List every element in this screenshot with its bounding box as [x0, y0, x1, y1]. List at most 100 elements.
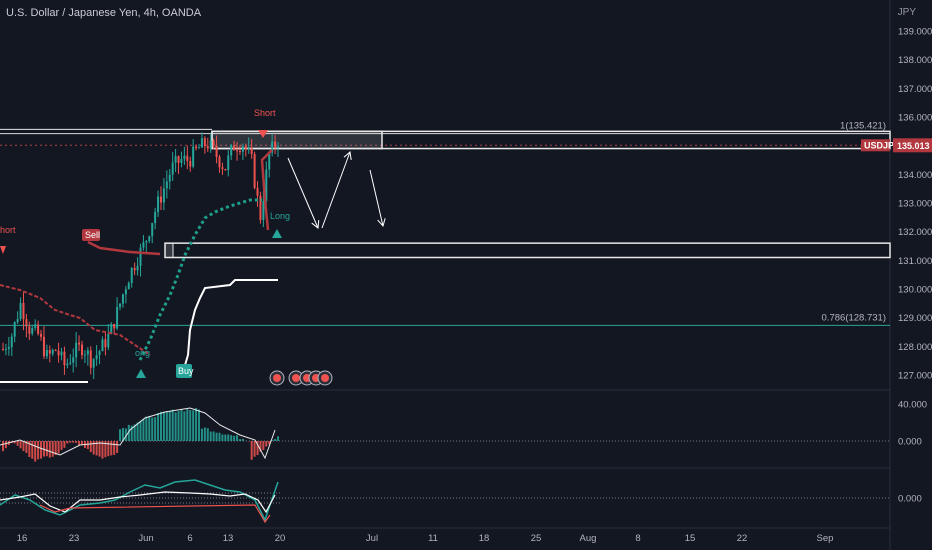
chart-root[interactable]: U.S. Dollar / Japanese Yen, 4h, OANDA JP…: [0, 0, 932, 550]
candle-body: [236, 150, 239, 152]
osc1-bar: [236, 435, 239, 441]
candle-body: [168, 174, 171, 182]
osc1-bar: [116, 441, 119, 453]
price-tick-label: 129.000: [898, 313, 932, 324]
osc1-bar: [165, 411, 168, 441]
candle-body: [180, 159, 183, 163]
short-signal-label-left: hort: [0, 225, 16, 235]
candle-body: [136, 265, 139, 271]
candle-body: [22, 302, 25, 320]
osc1-histogram: [2, 408, 279, 462]
osc1-bar: [34, 441, 37, 462]
candle-body: [148, 236, 151, 242]
candle-body: [206, 146, 209, 149]
osc1-bar: [69, 441, 72, 443]
white-line-right: [182, 279, 278, 373]
time-axis-label: Jun: [138, 533, 153, 544]
candle-body: [107, 333, 110, 348]
candle-body: [4, 348, 7, 350]
time-axis-label: 6: [187, 533, 192, 544]
bearish-trail-upper: [87, 240, 161, 256]
osc1-bar: [189, 410, 192, 441]
candle-body: [124, 289, 127, 295]
candle-body: [121, 294, 124, 304]
economic-event-dot: [321, 374, 329, 382]
sell-signal-label: Sell: [85, 230, 100, 240]
osc1-bar: [45, 441, 48, 457]
osc1-bar: [224, 434, 227, 441]
osc1-bar: [75, 441, 78, 443]
candle-body: [45, 350, 48, 357]
projection-arrow: [287, 157, 319, 229]
candle-body: [256, 187, 259, 196]
time-axis-label: 23: [69, 533, 80, 544]
time-axis-label: 22: [737, 533, 748, 544]
time-axis-label: 16: [17, 533, 28, 544]
price-tick-label: 138.000: [898, 55, 932, 66]
osc1-bar: [139, 420, 142, 441]
candle-body: [86, 350, 89, 355]
osc1-bar: [60, 441, 63, 451]
osc1-bar: [48, 441, 51, 458]
osc2-line-down: [39, 504, 271, 524]
candle-body: [95, 355, 98, 360]
time-axis-label: 20: [275, 533, 286, 544]
candle-body: [183, 155, 186, 160]
time-axis-label: 11: [428, 533, 438, 544]
candle-body: [159, 196, 162, 203]
price-tick-label: 127.000: [898, 371, 932, 382]
candle-body: [63, 351, 66, 366]
candle-body: [238, 150, 241, 152]
candle-body: [101, 339, 104, 352]
candle-body: [250, 148, 253, 155]
candle-body: [244, 146, 247, 150]
fib-level-1-label: 1(135.421): [840, 121, 886, 132]
price-tick-label: 130.000: [898, 285, 932, 296]
osc1-bar: [113, 441, 116, 455]
osc1-bar: [2, 441, 4, 452]
candle-body: [192, 146, 195, 167]
support-zone: [164, 242, 891, 259]
candle-body: [57, 350, 60, 356]
osc1-bar: [180, 409, 183, 441]
osc1-bar: [86, 441, 89, 450]
osc1-bar: [195, 408, 198, 441]
candle-body: [13, 322, 16, 337]
time-axis-label: Jul: [366, 533, 378, 544]
candle-body: [262, 201, 265, 220]
price-tick-label: 128.000: [898, 342, 932, 353]
osc1-bar: [66, 441, 69, 444]
candle-body: [83, 354, 86, 356]
candle-body: [177, 156, 180, 163]
candle-body: [233, 145, 236, 151]
osc1-bar: [154, 417, 157, 441]
osc1-bar: [19, 441, 22, 449]
candle-body: [253, 154, 256, 188]
time-axis-label: 13: [223, 533, 234, 544]
osc1-bar: [206, 428, 209, 441]
candle-body: [145, 241, 148, 243]
candle-body: [48, 350, 51, 354]
time-axis-label: 25: [531, 533, 542, 544]
candle-body: [151, 223, 154, 237]
candle-body: [104, 339, 107, 348]
candle-body: [116, 306, 119, 329]
osc1-bar: [250, 441, 253, 460]
last-price-value: 135.013: [897, 141, 930, 151]
candle-body: [60, 351, 63, 356]
osc1-bar: [238, 439, 241, 441]
candle-body: [171, 162, 174, 175]
candle-body: [224, 169, 227, 171]
osc1-bar: [37, 441, 40, 460]
candle-body: [119, 303, 122, 307]
candle-body: [127, 283, 130, 290]
candle-body: [54, 349, 57, 351]
candle-body: [215, 145, 218, 157]
osc1-bar: [198, 409, 201, 441]
chart-title: U.S. Dollar / Japanese Yen, 4h, OANDA: [6, 7, 202, 19]
candle-body: [51, 349, 54, 354]
chart-canvas[interactable]: 139.000138.000137.000136.000135.000134.0…: [0, 0, 932, 550]
osc1-bar: [277, 436, 279, 441]
candle-body: [221, 167, 224, 170]
currency-label: JPY: [897, 7, 916, 18]
